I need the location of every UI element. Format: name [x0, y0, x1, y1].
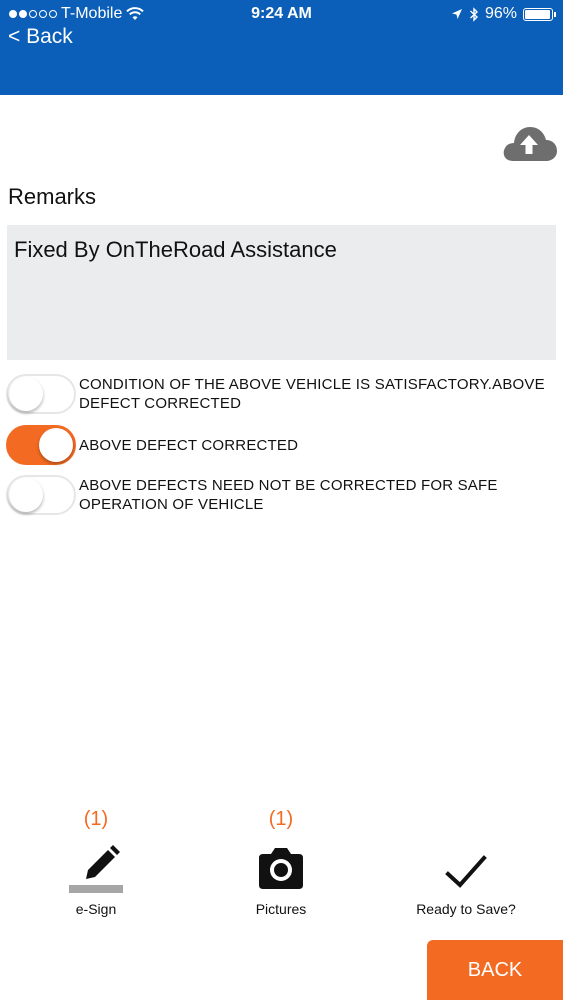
status-right: 96% [451, 5, 556, 23]
toggle-row-defect-corrected: ABOVE DEFECT CORRECTED [6, 425, 556, 465]
status-bar: T-Mobile 9:24 AM 96% [0, 0, 563, 28]
remarks-label: Remarks [8, 184, 97, 209]
toggle-defect-corrected[interactable] [6, 425, 76, 465]
toggle-satisfactory[interactable] [6, 374, 76, 414]
bluetooth-icon [469, 6, 478, 22]
app-header: T-Mobile 9:24 AM 96% < Back [0, 0, 563, 95]
toggle-label: CONDITION OF THE ABOVE VEHICLE IS SATISF… [79, 376, 545, 412]
upload-button[interactable] [500, 123, 558, 163]
battery-percent: 96% [484, 5, 517, 22]
back-link[interactable]: < Back [8, 25, 73, 49]
esign-label: e-Sign [75, 901, 117, 917]
location-arrow-icon [451, 9, 462, 19]
esign-count: (1) [83, 808, 109, 830]
pictures-count: (1) [268, 808, 294, 830]
battery-icon [523, 7, 556, 21]
remarks-input[interactable]: Fixed By OnTheRoad Assistance [7, 225, 556, 360]
camera-icon [259, 848, 303, 889]
toggle-row-satisfactory: CONDITION OF THE ABOVE VEHICLE IS SATISF… [6, 374, 556, 414]
checkmark-icon [445, 855, 487, 888]
toggle-need-not-correct[interactable] [6, 475, 76, 515]
pictures-label: Pictures [255, 901, 307, 917]
cloud-upload-icon [503, 127, 557, 161]
toggle-label: ABOVE DEFECT CORRECTED [79, 436, 299, 454]
toggle-row-need-not-correct: ABOVE DEFECTS NEED NOT BE CORRECTED FOR … [6, 475, 556, 515]
ready-to-save-button[interactable]: (0) Ready to Save? [406, 808, 526, 917]
ready-label: Ready to Save? [416, 901, 516, 917]
esign-button[interactable]: (1) e-Sign [55, 808, 137, 917]
toggle-label: ABOVE DEFECTS NEED NOT BE CORRECTED FOR … [79, 477, 498, 513]
pictures-button[interactable]: (1) Pictures [240, 808, 322, 917]
back-button[interactable]: BACK [427, 940, 563, 1000]
pencil-icon [69, 845, 123, 893]
